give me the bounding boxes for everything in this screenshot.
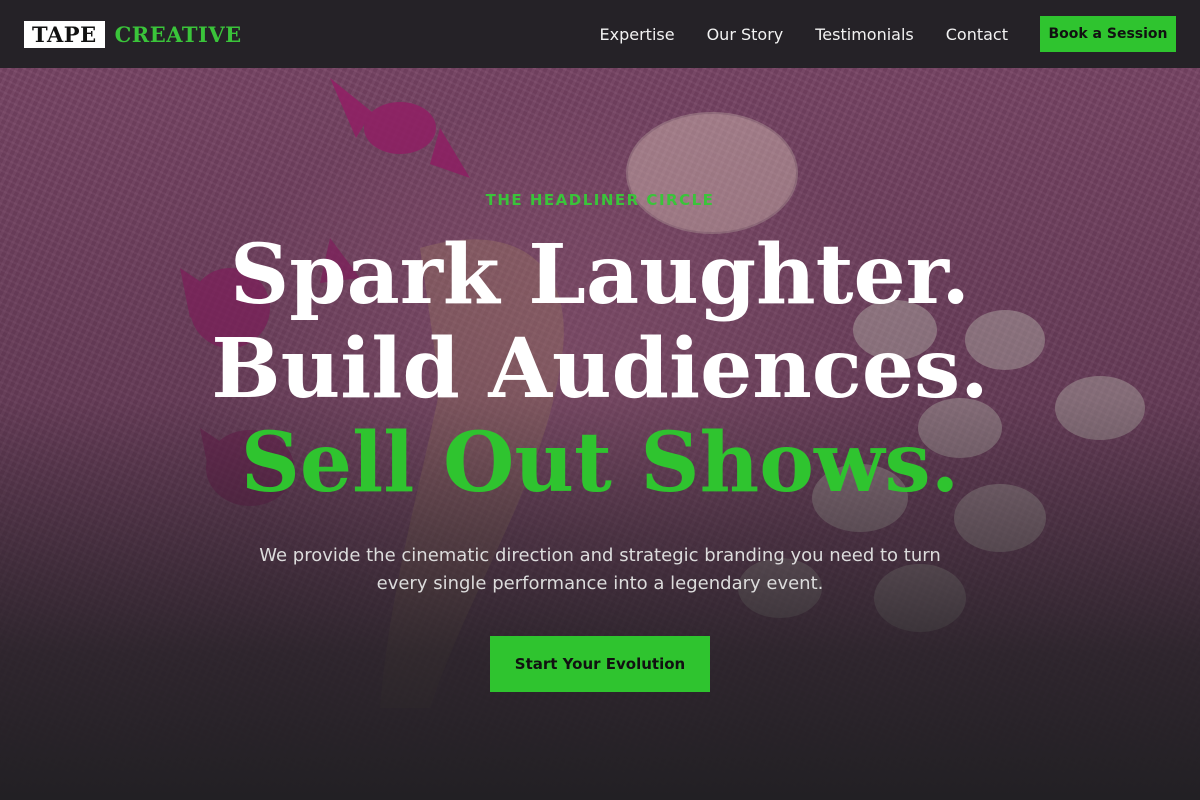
book-session-button[interactable]: Book a Session: [1040, 16, 1176, 52]
brand-logo[interactable]: TAPE CREATIVE: [24, 20, 242, 48]
nav-item-our-story[interactable]: Our Story: [707, 25, 784, 44]
main-nav: Expertise Our Story Testimonials Contact…: [600, 16, 1176, 52]
hero-headline: Spark Laughter. Build Audiences. Sell Ou…: [0, 228, 1200, 510]
nav-item-contact[interactable]: Contact: [946, 25, 1008, 44]
hero-subtext: We provide the cinematic direction and s…: [259, 545, 941, 594]
start-evolution-button[interactable]: Start Your Evolution: [490, 636, 710, 692]
hero-eyebrow: THE HEADLINER CIRCLE: [485, 191, 715, 209]
headline-line-3: Sell Out Shows.: [240, 415, 960, 511]
logo-box-text: TAPE: [24, 20, 105, 48]
headline-line-2: Build Audiences.: [211, 321, 989, 417]
site-header: TAPE CREATIVE Expertise Our Story Testim…: [0, 0, 1200, 68]
hero-section: THE HEADLINER CIRCLE Spark Laughter. Bui…: [0, 68, 1200, 800]
nav-item-expertise[interactable]: Expertise: [600, 25, 675, 44]
nav-item-testimonials[interactable]: Testimonials: [815, 25, 914, 44]
logo-word-text: CREATIVE: [114, 21, 242, 47]
page: TAPE CREATIVE Expertise Our Story Testim…: [0, 0, 1200, 800]
headline-line-1: Spark Laughter.: [230, 227, 970, 323]
